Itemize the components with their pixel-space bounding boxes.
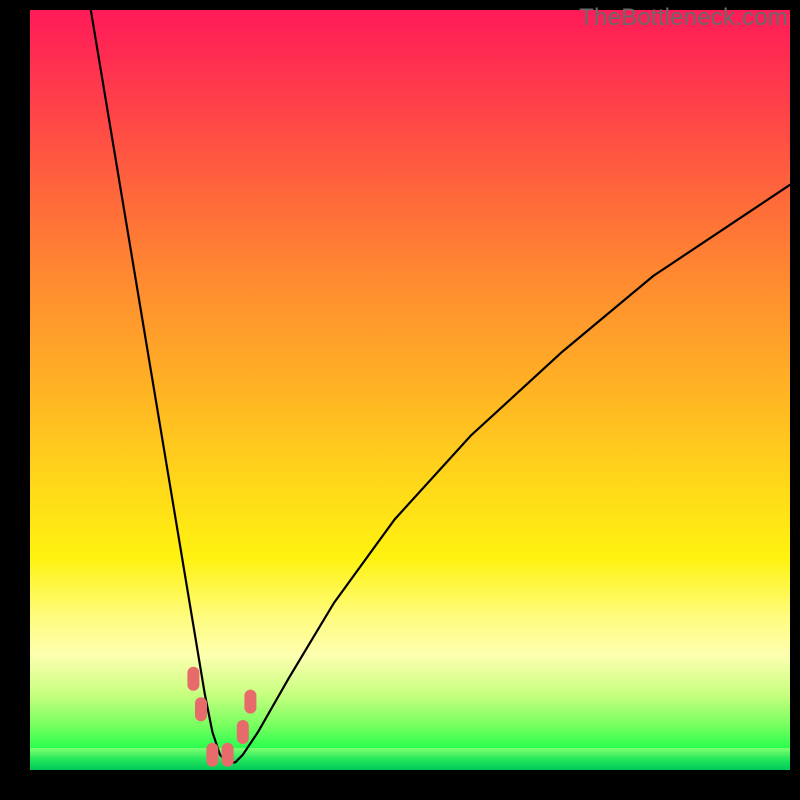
curve-marker	[206, 743, 218, 767]
bottleneck-curve	[91, 10, 790, 762]
curve-marker	[237, 720, 249, 744]
curve-layer	[30, 10, 790, 770]
plot-area	[30, 10, 790, 770]
watermark-text: TheBottleneck.com	[579, 4, 788, 32]
curve-marker	[187, 667, 199, 691]
curve-marker	[244, 690, 256, 714]
chart-frame: TheBottleneck.com	[0, 0, 800, 800]
curve-marker	[195, 697, 207, 721]
curve-marker	[222, 743, 234, 767]
